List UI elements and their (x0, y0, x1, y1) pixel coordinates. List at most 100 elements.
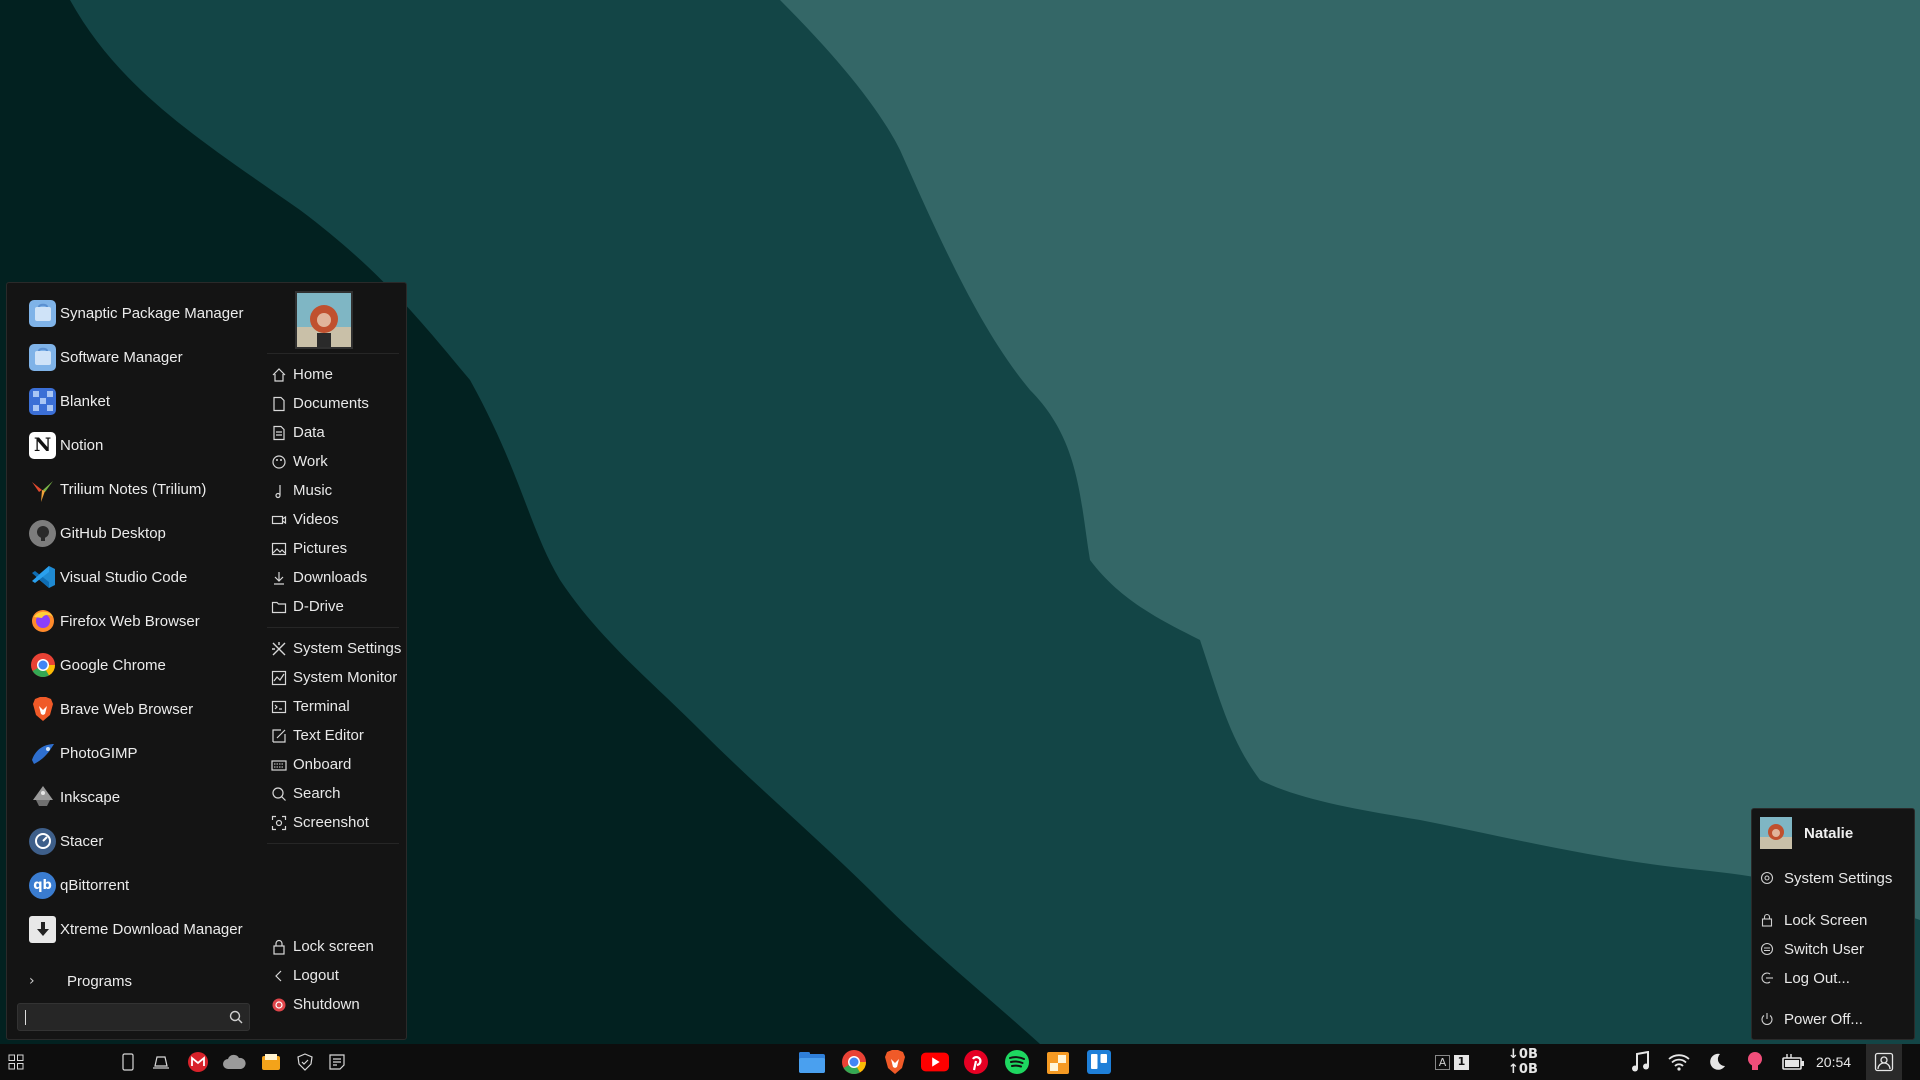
user-menu-switch-user[interactable]: Switch User (1760, 936, 1910, 962)
monitor-icon (271, 670, 287, 685)
user-avatar[interactable] (295, 291, 353, 349)
wifi-tray-button[interactable] (1665, 1048, 1693, 1076)
taskbar-store[interactable] (1044, 1048, 1072, 1076)
clock[interactable]: 20:54 (1816, 1044, 1851, 1080)
taskbar-files[interactable] (798, 1048, 826, 1076)
taskbar-brave[interactable] (881, 1048, 909, 1076)
place-work[interactable]: Work (263, 447, 403, 476)
app-notion[interactable]: N Notion (19, 423, 255, 467)
shutdown-item[interactable]: Shutdown (263, 990, 403, 1019)
net-down-value: 0B (1518, 1047, 1538, 1062)
app-label: Google Chrome (60, 656, 166, 674)
onboard-item[interactable]: Onboard (263, 750, 403, 779)
mail-tray-button[interactable] (184, 1048, 212, 1076)
app-brave[interactable]: Brave Web Browser (19, 687, 255, 731)
user-menu-button[interactable] (1866, 1044, 1902, 1080)
user-menu-log-out[interactable]: Log Out... (1760, 965, 1910, 991)
security-tray-button[interactable] (291, 1048, 319, 1076)
programs-button[interactable]: › Programs (19, 966, 255, 996)
qbittorrent-icon: qb (29, 871, 56, 899)
app-label: PhotoGIMP (60, 744, 138, 762)
folder-icon (799, 1052, 825, 1073)
menu-label: Log Out... (1784, 969, 1850, 987)
app-vscode[interactable]: Visual Studio Code (19, 555, 255, 599)
xdm-icon (29, 915, 56, 943)
taskbar-chrome[interactable] (840, 1048, 868, 1076)
logout-icon (275, 970, 282, 981)
caffeine-tray-button[interactable] (1741, 1048, 1769, 1076)
system-label: Text Editor (293, 727, 364, 744)
folder-icon (262, 1054, 280, 1070)
app-stacer[interactable]: Stacer (19, 819, 255, 863)
taskbar-youtube[interactable] (921, 1048, 949, 1076)
keyboard-indicator[interactable]: A 1 (1435, 1055, 1469, 1070)
place-home[interactable]: Home (263, 360, 403, 389)
mail-icon (188, 1052, 208, 1072)
firefox-icon (29, 608, 56, 635)
brave-icon (29, 696, 56, 723)
app-menu-button[interactable] (2, 1048, 30, 1076)
app-trilium[interactable]: Trilium Notes (Trilium) (19, 467, 255, 511)
taskbar: A 1 ↓0B ↑0B 20:54 (0, 1044, 1920, 1080)
place-pictures[interactable]: Pictures (263, 534, 403, 563)
app-label: qBittorrent (60, 876, 130, 894)
app-inkscape[interactable]: Inkscape (19, 775, 255, 819)
menu-search-input[interactable] (18, 1004, 218, 1030)
system-monitor-item[interactable]: System Monitor (263, 663, 403, 692)
menu-label: Power Off... (1784, 1010, 1863, 1028)
user-menu-power-off[interactable]: Power Off... (1760, 1006, 1910, 1032)
app-xdm[interactable]: Xtreme Download Manager (19, 907, 255, 951)
app-label: Software Manager (60, 348, 183, 366)
lock-screen-item[interactable]: Lock screen (263, 932, 403, 961)
lightbulb-icon (1748, 1052, 1762, 1070)
battery-tray-button[interactable] (1779, 1048, 1807, 1076)
cloud-tray-button[interactable] (220, 1048, 248, 1076)
user-menu-lock-screen[interactable]: Lock Screen (1760, 907, 1910, 933)
app-qbittorrent[interactable]: qb qBittorrent (19, 863, 255, 907)
place-d-drive[interactable]: D-Drive (263, 592, 403, 621)
app-label: Notion (60, 436, 104, 454)
logout-icon (1761, 972, 1773, 984)
pinterest-icon (964, 1050, 988, 1074)
terminal-icon (271, 700, 287, 713)
software-manager-icon (29, 343, 56, 371)
taskbar-pinterest[interactable] (962, 1048, 990, 1076)
app-github-desktop[interactable]: GitHub Desktop (19, 511, 255, 555)
shield-icon (297, 1053, 313, 1071)
network-speed[interactable]: ↓0B ↑0B (1508, 1047, 1538, 1077)
night-light-tray-button[interactable] (1703, 1048, 1731, 1076)
app-blanket[interactable]: Blanket (19, 379, 255, 423)
place-videos[interactable]: Videos (263, 505, 403, 534)
notifications-tray-button[interactable] (147, 1048, 175, 1076)
place-music[interactable]: Music (263, 476, 403, 505)
eject-icon (153, 1056, 169, 1069)
place-documents[interactable]: Documents (263, 389, 403, 418)
cloud-icon (223, 1054, 246, 1069)
place-data[interactable]: Data (263, 418, 403, 447)
screenshot-item[interactable]: Screenshot (263, 808, 403, 837)
app-label: Trilium Notes (Trilium) (60, 480, 207, 498)
files-tray-button[interactable] (257, 1048, 285, 1076)
place-downloads[interactable]: Downloads (263, 563, 403, 592)
system-settings-item[interactable]: System Settings (263, 634, 403, 663)
app-photogimp[interactable]: PhotoGIMP (19, 731, 255, 775)
taskbar-trello[interactable] (1085, 1048, 1113, 1076)
music-tray-button[interactable] (1626, 1048, 1654, 1076)
app-synaptic[interactable]: Synaptic Package Manager (19, 291, 255, 335)
inkscape-icon (29, 784, 56, 811)
user-menu-system-settings[interactable]: System Settings (1760, 865, 1910, 891)
search-item[interactable]: Search (263, 779, 403, 808)
menu-search-box[interactable] (17, 1003, 250, 1031)
text-editor-item[interactable]: Text Editor (263, 721, 403, 750)
terminal-item[interactable]: Terminal (263, 692, 403, 721)
phone-tray-button[interactable] (114, 1048, 142, 1076)
system-label: Onboard (293, 756, 352, 773)
taskbar-spotify[interactable] (1003, 1048, 1031, 1076)
notes-tray-button[interactable] (323, 1048, 351, 1076)
logout-item[interactable]: Logout (263, 961, 403, 990)
app-firefox[interactable]: Firefox Web Browser (19, 599, 255, 643)
app-label: Xtreme Download Manager (60, 920, 243, 938)
app-google-chrome[interactable]: Google Chrome (19, 643, 255, 687)
app-software-manager[interactable]: Software Manager (19, 335, 255, 379)
system-label: Terminal (293, 698, 350, 715)
